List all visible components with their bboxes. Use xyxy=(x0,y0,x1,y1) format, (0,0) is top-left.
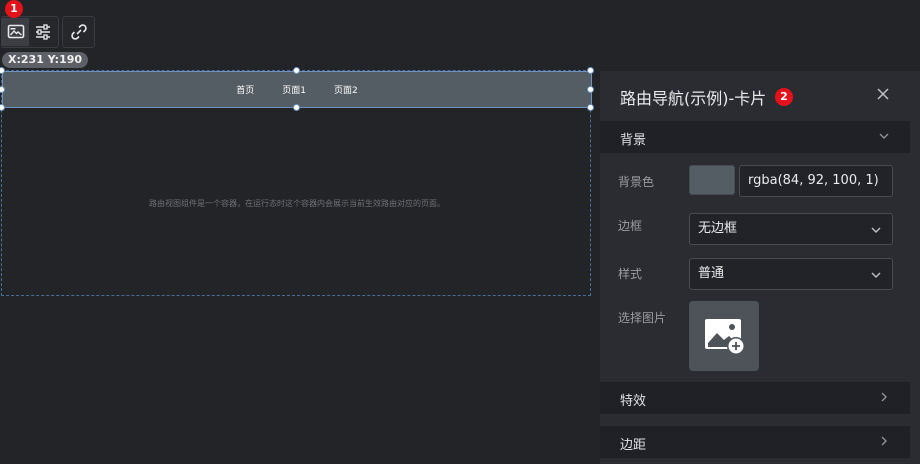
nav-item-home[interactable]: 首页 xyxy=(232,83,258,96)
section-background-header[interactable]: 背景 xyxy=(600,121,910,153)
add-image-icon xyxy=(705,319,745,355)
bg-color-swatch[interactable] xyxy=(689,165,735,195)
resize-handle[interactable] xyxy=(0,104,5,111)
resize-handle[interactable] xyxy=(587,86,594,93)
border-select[interactable]: 无边框 xyxy=(689,213,893,245)
chevron-right-icon xyxy=(881,392,887,402)
resize-handle[interactable] xyxy=(293,67,300,74)
resize-handle[interactable] xyxy=(587,67,594,74)
settings-sliders-button[interactable] xyxy=(29,18,56,46)
toolbar-group-right xyxy=(62,16,95,48)
section-background-label: 背景 xyxy=(620,133,647,148)
panel-title: 路由导航(示例)-卡片 xyxy=(620,89,767,108)
sliders-icon xyxy=(35,24,50,40)
image-label: 选择图片 xyxy=(618,311,667,325)
section-effects-header[interactable]: 特效 xyxy=(600,382,910,414)
coordinate-readout: X:231 Y:190 xyxy=(2,52,89,68)
style-select[interactable]: 普通 xyxy=(689,258,893,290)
link-tool-button[interactable] xyxy=(63,18,94,46)
chevron-down-icon xyxy=(871,227,881,233)
style-label: 样式 xyxy=(618,267,643,281)
nav-item-page2[interactable]: 页面2 xyxy=(330,83,362,96)
image-upload-button[interactable] xyxy=(689,301,759,371)
resize-handle[interactable] xyxy=(587,104,594,111)
bg-color-input[interactable]: rgba(84, 92, 100, 1) xyxy=(739,165,893,197)
section-margin-header[interactable]: 边距 xyxy=(600,426,910,458)
chevron-down-icon xyxy=(879,133,889,139)
close-icon[interactable] xyxy=(875,86,891,102)
link-icon xyxy=(70,24,87,40)
step-badge-2: 2 xyxy=(775,88,793,106)
chevron-down-icon xyxy=(871,272,881,278)
chevron-right-icon xyxy=(881,436,887,446)
router-view-container[interactable]: 首页 页面1 页面2 路由视图组件是一个容器，在运行态时这个容器内会展示当前生效… xyxy=(0,67,594,296)
step-badge-1: 1 xyxy=(5,0,23,18)
image-tool-button[interactable] xyxy=(2,18,29,46)
nav-item-page1[interactable]: 页面1 xyxy=(278,83,310,96)
route-navigation-bar[interactable]: 首页 页面1 页面2 xyxy=(2,71,592,108)
section-effects-label: 特效 xyxy=(620,394,647,409)
style-select-value: 普通 xyxy=(698,266,725,281)
toolbar-group-left xyxy=(1,16,59,48)
property-panel: 路由导航(示例)-卡片 2 背景 背景色 rgba(84, 92, 100, 1… xyxy=(600,71,920,464)
image-icon xyxy=(7,24,24,39)
resize-handle[interactable] xyxy=(293,104,300,111)
border-label: 边框 xyxy=(618,219,643,233)
border-select-value: 无边框 xyxy=(698,221,738,236)
router-view-hint: 路由视图组件是一个容器，在运行态时这个容器内会展示当前生效路由对应的页面。 xyxy=(149,199,445,208)
bg-color-label: 背景色 xyxy=(618,175,655,189)
section-margin-label: 边距 xyxy=(620,438,647,453)
